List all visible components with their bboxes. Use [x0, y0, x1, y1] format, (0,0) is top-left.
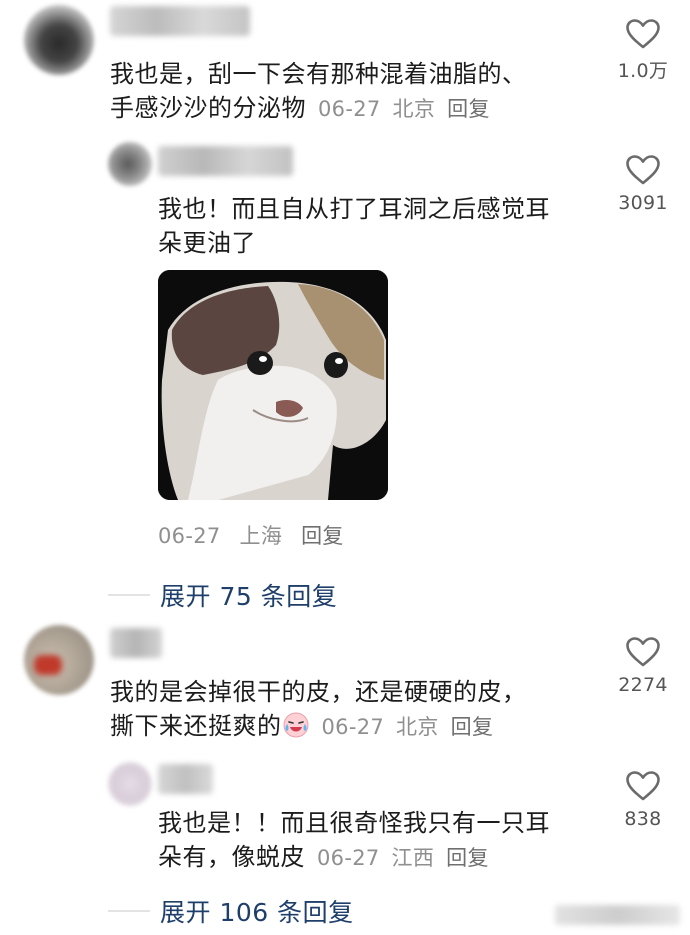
username-blurred[interactable] — [158, 764, 213, 794]
comment-text-line: 我也是！！而且很奇怪我只有一只耳 — [158, 809, 550, 837]
sad-cat-image — [158, 270, 388, 500]
comment-text-line: 朵有，像蜕皮 06-27 江西 回复 — [158, 840, 598, 875]
comment-date: 06-27 — [318, 97, 381, 121]
expand-replies-label: 展开 75 条回复 — [160, 582, 338, 611]
like-button[interactable]: 1.0万 — [608, 18, 678, 83]
comment-location: 北京 — [396, 715, 439, 739]
comment-location: 江西 — [391, 846, 435, 870]
reply-button[interactable]: 回复 — [451, 715, 494, 739]
reply-button[interactable]: 回复 — [447, 97, 490, 121]
comment-date: 06-27 — [158, 524, 221, 548]
avatar[interactable] — [24, 5, 94, 75]
heart-outline-icon — [626, 155, 660, 185]
comment-location: 上海 — [239, 524, 283, 548]
comment-text-line: 手感沙沙的分泌物 06-27 北京 回复 — [110, 91, 600, 126]
avatar[interactable] — [108, 142, 152, 186]
comment-text-end: 手感沙沙的分泌物 — [110, 94, 306, 122]
comment-date: 06-27 — [317, 846, 380, 870]
comment-text-line: 我也是，刮一下会有那种混着油脂的、 — [110, 60, 527, 88]
comment-meta: 06-27 上海 回复 — [158, 520, 344, 550]
avatar[interactable] — [108, 762, 152, 806]
comment-text-end: 朵有，像蜕皮 — [158, 843, 305, 871]
watermark-blurred — [555, 905, 680, 925]
comment-text-end: 撕下来还挺爽的 — [110, 712, 282, 740]
comment-text: 我也是，刮一下会有那种混着油脂的、 手感沙沙的分泌物 06-27 北京 回复 — [110, 57, 600, 126]
like-count: 2274 — [618, 674, 668, 696]
expand-divider — [108, 594, 150, 596]
avatar[interactable] — [24, 625, 94, 695]
expand-replies-button[interactable]: 展开 106 条回复 — [108, 893, 354, 929]
crying-laughing-emoji — [282, 711, 310, 739]
expand-divider — [108, 910, 150, 912]
username-blurred[interactable] — [110, 628, 162, 658]
like-button[interactable]: 3091 — [608, 154, 678, 214]
comment-location: 北京 — [392, 97, 436, 121]
comment-text-line: 撕下来还挺爽的 06-27 北京 回复 — [110, 709, 600, 744]
like-button[interactable]: 838 — [608, 770, 678, 830]
username-blurred[interactable] — [158, 146, 293, 176]
heart-outline-icon — [626, 637, 660, 667]
sad-cat-sticker[interactable] — [158, 270, 388, 500]
reply-button[interactable]: 回复 — [446, 846, 489, 870]
comment-thread: 我也是，刮一下会有那种混着油脂的、 手感沙沙的分泌物 06-27 北京 回复 1.0万… — [0, 0, 690, 935]
comment-text: 我的是会掉很干的皮，还是硬硬的皮， 撕下来还挺爽的 06-27 北京 回复 — [110, 675, 600, 744]
reply-button[interactable]: 回复 — [301, 524, 344, 548]
heart-outline-icon — [626, 19, 660, 49]
comment-text-line: 朵更油了 — [158, 229, 256, 257]
comment-text-line: 我的是会掉很干的皮，还是硬硬的皮， — [110, 678, 527, 706]
like-count: 3091 — [618, 192, 668, 214]
like-count: 1.0万 — [617, 60, 669, 82]
comment-text: 我也！而且自从打了耳洞之后感觉耳 朵更油了 — [158, 192, 598, 260]
heart-outline-icon — [626, 771, 660, 801]
comment-date: 06-27 — [321, 715, 385, 739]
username-blurred[interactable] — [110, 6, 250, 36]
comment-text: 我也是！！而且很奇怪我只有一只耳 朵有，像蜕皮 06-27 江西 回复 — [158, 806, 598, 875]
comment-text-line: 我也！而且自从打了耳洞之后感觉耳 — [158, 195, 550, 223]
expand-replies-label: 展开 106 条回复 — [160, 898, 354, 927]
like-button[interactable]: 2274 — [608, 636, 678, 696]
like-count: 838 — [624, 808, 662, 830]
expand-replies-button[interactable]: 展开 75 条回复 — [108, 577, 337, 613]
